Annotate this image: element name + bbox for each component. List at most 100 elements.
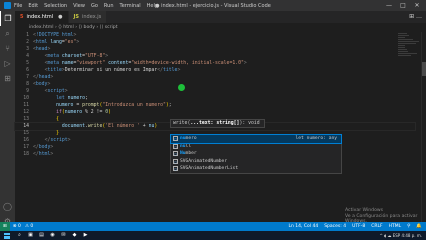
code-line[interactable]: 9 <script> — [15, 88, 415, 95]
line-number: 17 — [23, 145, 29, 150]
source-control-icon[interactable]: ⑂ — [0, 41, 15, 56]
taskbar-app-icon[interactable]: ▶ — [81, 232, 90, 239]
system-tray[interactable]: ^ ◖ ☁ ESP 4:48 p. m. — [379, 233, 426, 238]
minimize-icon[interactable]: — — [382, 0, 396, 11]
menu-item-view[interactable]: View — [73, 3, 85, 9]
status-left: ⊗ 0 ⚠ 0 — [10, 224, 33, 229]
windows-taskbar: ⌕ ▣ ▤ ◉ ✉ ◆ ▶ ^ ◖ ☁ ESP 4:48 p. m. — [0, 231, 426, 240]
line-number: 2 — [26, 40, 29, 45]
taskbar-app-icon[interactable]: ⌕ — [15, 232, 24, 239]
status-problems[interactable]: ⚠ 0 — [25, 224, 33, 229]
code-line[interactable]: 10 let numero; — [15, 95, 415, 102]
tab-index-js[interactable]: JS index.js — [68, 11, 108, 23]
code-line[interactable]: 6 <title>Determinar si un número es Impa… — [15, 67, 415, 74]
line-number: 15 — [23, 131, 29, 136]
code-line[interactable]: 1 <!DOCTYPE html> — [15, 32, 415, 39]
menu-item-terminal[interactable]: Terminal — [120, 3, 141, 9]
code-line[interactable]: 8 <body> — [15, 81, 415, 88]
breadcrumb[interactable]: index.html › ⟨⟩ html › ⟨⟩ body › ⟨⟩ scri… — [15, 23, 426, 32]
menu-item-file[interactable]: File — [14, 3, 22, 9]
line-number: 10 — [23, 96, 29, 101]
signature-prefix: write( — [173, 121, 191, 126]
run-debug-icon[interactable]: ▷ — [0, 56, 15, 71]
suggestion-detail: let numero: any — [295, 136, 338, 141]
status-item[interactable]: Ln 14, Col 44 — [289, 224, 319, 229]
line-number: 3 — [26, 47, 29, 52]
menu-item-help[interactable]: Help — [147, 3, 158, 9]
code-line[interactable]: 2 <html lang="es"> — [15, 39, 415, 46]
line-number: 18 — [23, 152, 29, 157]
suggestion-label: SVGAnimatedNumberList — [180, 166, 239, 171]
windows-start-icon[interactable] — [4, 232, 10, 239]
code-text: <!DOCTYPE html> — [33, 33, 77, 38]
editor-scrollbar[interactable] — [421, 32, 426, 222]
status-bar: ⊞ ⊗ 0 ⚠ 0 Ln 14, Col 44 Spaces: 4 UTF-8 CRLF… — [0, 222, 426, 231]
line-number: 4 — [26, 54, 29, 59]
code-line[interactable]: 11 numero = prompt("Introduzca un numero… — [15, 102, 415, 109]
code-text: <head> — [33, 47, 51, 52]
suggestion-item[interactable]: ▢ Nu mber — [171, 150, 341, 158]
taskbar-app-icon[interactable]: ✉ — [59, 232, 68, 239]
menu-item-edit[interactable]: Edit — [28, 3, 38, 9]
tab-index-html[interactable]: 5 index.html ● — [15, 11, 69, 23]
title-bar: File Edit Selection View Go Run Terminal Help ●… — [0, 0, 426, 11]
variable-icon: ▢ — [173, 158, 178, 164]
code-text: let numero; — [56, 96, 88, 101]
suggestion-widget: ▢ nu mero let numero: any ▢ nu ll ▢ Nu mber ▢ SVGAn… — [170, 134, 342, 174]
unsaved-dot-icon[interactable]: ● — [58, 14, 62, 20]
status-item[interactable]: HTML — [389, 224, 402, 229]
menu-item-go[interactable]: Go — [91, 3, 98, 9]
code-text: } — [56, 131, 59, 136]
status-item[interactable]: UTF-8 — [352, 224, 365, 229]
explorer-icon[interactable]: ❐ — [0, 11, 15, 26]
signature-suffix: ): void — [239, 121, 260, 126]
taskbar-app-icon[interactable]: ▣ — [26, 232, 35, 239]
variable-icon: ▢ — [173, 136, 178, 142]
extensions-icon[interactable]: ⊞ — [0, 71, 15, 86]
editor-tabs: 5 index.html ● JS index.js ⊞ … — [15, 11, 426, 23]
account-icon[interactable]: ◯ — [0, 199, 15, 214]
search-icon[interactable]: ⌕ — [0, 26, 15, 41]
code-text: </body> — [33, 145, 54, 150]
suggestion-label: mber — [185, 151, 197, 156]
close-window-icon[interactable]: ✕ — [410, 0, 424, 11]
menu-item-run[interactable]: Run — [104, 3, 114, 9]
line-number: 1 — [26, 33, 29, 38]
minimap[interactable] — [398, 32, 420, 72]
vscode-logo-icon — [4, 2, 11, 9]
code-line[interactable]: 12 if(numero % 2 != 0) — [15, 109, 415, 116]
suggestion-label: mero — [185, 136, 197, 141]
suggestion-item[interactable]: ▢ nu ll — [171, 143, 341, 151]
menu-bar: File Edit Selection View Go Run Terminal Help — [14, 3, 158, 9]
code-line[interactable]: 7 </head> — [15, 74, 415, 81]
code-line[interactable]: 5 <meta name="viewport" content="width=d… — [15, 60, 415, 67]
code-text: document.write('El número ' + nu) — [61, 124, 158, 129]
suggestion-item[interactable]: ▢ SVGAnimatedNumberList — [171, 165, 341, 173]
status-item[interactable]: Spaces: 4 — [324, 224, 346, 229]
code-text: </script> — [44, 138, 71, 143]
line-number: 11 — [23, 103, 29, 108]
editor-actions-icon[interactable]: ⊞ … — [409, 11, 426, 23]
status-item[interactable]: ⚲ — [407, 224, 410, 229]
status-problems[interactable]: ⊗ 0 — [13, 224, 21, 229]
status-item[interactable]: CRLF — [371, 224, 382, 229]
signature-param: ...text: string[] — [190, 121, 240, 126]
taskbar-app-icon[interactable]: ▤ — [37, 232, 46, 239]
taskbar-app-icon[interactable]: ◉ — [48, 232, 57, 239]
signature-help-popup: write(...text: string[]): void — [170, 119, 265, 128]
taskbar-app-icon[interactable]: ◆ — [70, 232, 79, 239]
menu-item-selection[interactable]: Selection — [44, 3, 67, 9]
maximize-icon[interactable]: □ — [396, 0, 410, 11]
line-number: 9 — [26, 89, 29, 94]
remote-icon[interactable]: ⊞ — [0, 222, 10, 231]
code-text: </html> — [33, 152, 54, 157]
status-item[interactable]: 🔔 — [416, 224, 422, 229]
suggestion-item[interactable]: ▢ nu mero let numero: any — [170, 134, 342, 144]
code-text: </head> — [33, 75, 54, 80]
scrollbar-thumb[interactable] — [422, 62, 426, 76]
code-text: <html lang="es"> — [33, 40, 80, 45]
code-line[interactable]: 4 <meta charset="UTF-8"> — [15, 53, 415, 60]
suggestion-item[interactable]: ▢ SVGAnimatedNumber — [171, 158, 341, 166]
code-line[interactable]: 3 <head> — [15, 46, 415, 53]
code-text: <body> — [33, 82, 51, 87]
